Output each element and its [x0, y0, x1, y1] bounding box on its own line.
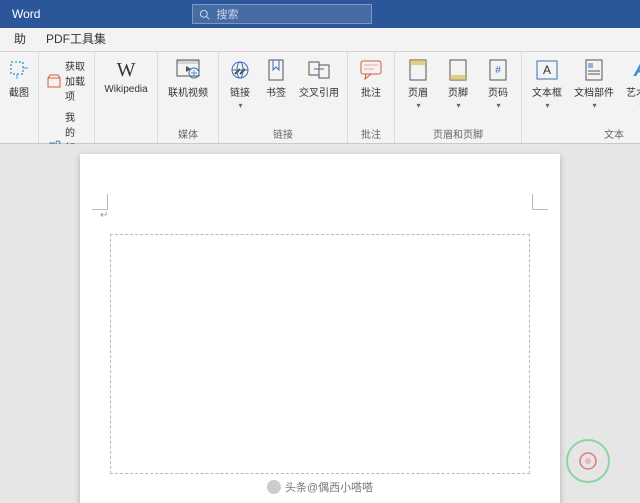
- header-button[interactable]: 页眉 ▾: [401, 56, 435, 110]
- margin-corner-tr: [532, 194, 548, 210]
- pagenum-button[interactable]: # 页码 ▾: [481, 56, 515, 110]
- search-icon: [199, 9, 210, 20]
- chevron-down-icon: ▾: [417, 101, 421, 110]
- footer-icon: [446, 58, 470, 82]
- chevron-down-icon: ▾: [457, 101, 461, 110]
- get-addins-button[interactable]: 获取加载项: [45, 56, 88, 105]
- pagenum-icon: #: [486, 58, 510, 82]
- svg-text:#: #: [495, 65, 501, 76]
- avatar-icon: [267, 480, 281, 494]
- textbox-icon: A: [535, 58, 559, 82]
- link-button[interactable]: 链接 ▾: [225, 56, 255, 110]
- search-box[interactable]: 搜索: [192, 4, 372, 24]
- online-video-button[interactable]: 联机视频: [164, 56, 212, 99]
- crossref-button[interactable]: 交叉引用: [297, 56, 341, 99]
- header-icon: [406, 58, 430, 82]
- headerfooter-group-label: 页眉和页脚: [433, 124, 483, 141]
- document-canvas[interactable]: ↵ 头条@偶西小嗒嗒: [0, 144, 640, 503]
- bookmark-icon: [264, 58, 288, 82]
- screenshot-button[interactable]: 截图: [6, 56, 32, 99]
- ribbon: 截图 获取加载项 我的加载项 ▾ 加载项 W W: [0, 52, 640, 144]
- link-icon: [228, 58, 252, 82]
- paragraph-mark: ↵: [100, 210, 108, 221]
- store-icon: [47, 73, 61, 89]
- margin-corner-tl: [92, 194, 108, 210]
- watermark: 头条@偶西小嗒嗒: [259, 477, 381, 497]
- comments-group-label: 批注: [361, 124, 381, 141]
- comment-button[interactable]: 批注: [354, 56, 388, 99]
- search-placeholder: 搜索: [216, 6, 238, 22]
- footer-button[interactable]: 页脚 ▾: [441, 56, 475, 110]
- tab-pdf-tools[interactable]: PDF工具集: [36, 26, 116, 51]
- tab-help[interactable]: 助: [4, 26, 36, 51]
- video-icon: [176, 58, 200, 82]
- group-wikipedia: W Wikipedia: [95, 52, 158, 143]
- bookmark-button[interactable]: 书签: [261, 56, 291, 99]
- ribbon-tabs: 助 PDF工具集: [0, 28, 640, 52]
- parts-button[interactable]: 文档部件 ▾: [572, 56, 616, 110]
- parts-icon: [582, 58, 606, 82]
- svg-text:A: A: [543, 63, 551, 77]
- crossref-icon: [307, 58, 331, 82]
- text-group-label: 文本: [604, 124, 624, 141]
- page[interactable]: ↵: [80, 154, 560, 503]
- chevron-down-icon: ▾: [546, 101, 550, 110]
- title-bar: Word 搜索: [0, 0, 640, 28]
- chevron-down-icon: ▾: [593, 101, 597, 110]
- group-screenshot: 截图: [0, 52, 39, 143]
- group-text: A 文本框 ▾ 文档部件 ▾ A 艺术字 ▾ A≡ 首字下 文本: [522, 52, 640, 143]
- wordart-icon: A: [629, 58, 640, 82]
- group-headerfooter: 页眉 ▾ 页脚 ▾ # 页码 ▾ 页眉和页脚: [395, 52, 522, 143]
- media-group-label: 媒体: [178, 124, 198, 141]
- status-bubble: [566, 439, 610, 483]
- group-addins: 获取加载项 我的加载项 ▾ 加载项: [39, 52, 95, 143]
- comment-icon: [359, 58, 383, 82]
- links-group-label: 链接: [273, 124, 293, 141]
- chevron-down-icon: ▾: [497, 101, 501, 110]
- wikipedia-button[interactable]: W Wikipedia: [101, 56, 151, 95]
- group-media: 联机视频 媒体: [158, 52, 219, 143]
- wikipedia-icon: W: [114, 58, 138, 82]
- chevron-down-icon: ▾: [239, 101, 243, 110]
- app-name: Word: [0, 7, 52, 21]
- textbox-button[interactable]: A 文本框 ▾: [528, 56, 566, 110]
- wordart-button[interactable]: A 艺术字 ▾: [622, 56, 640, 110]
- inserted-textbox[interactable]: [110, 234, 530, 474]
- group-comments: 批注 批注: [348, 52, 395, 143]
- group-links: 链接 ▾ 书签 交叉引用 链接: [219, 52, 348, 143]
- screenshot-icon: [7, 58, 31, 82]
